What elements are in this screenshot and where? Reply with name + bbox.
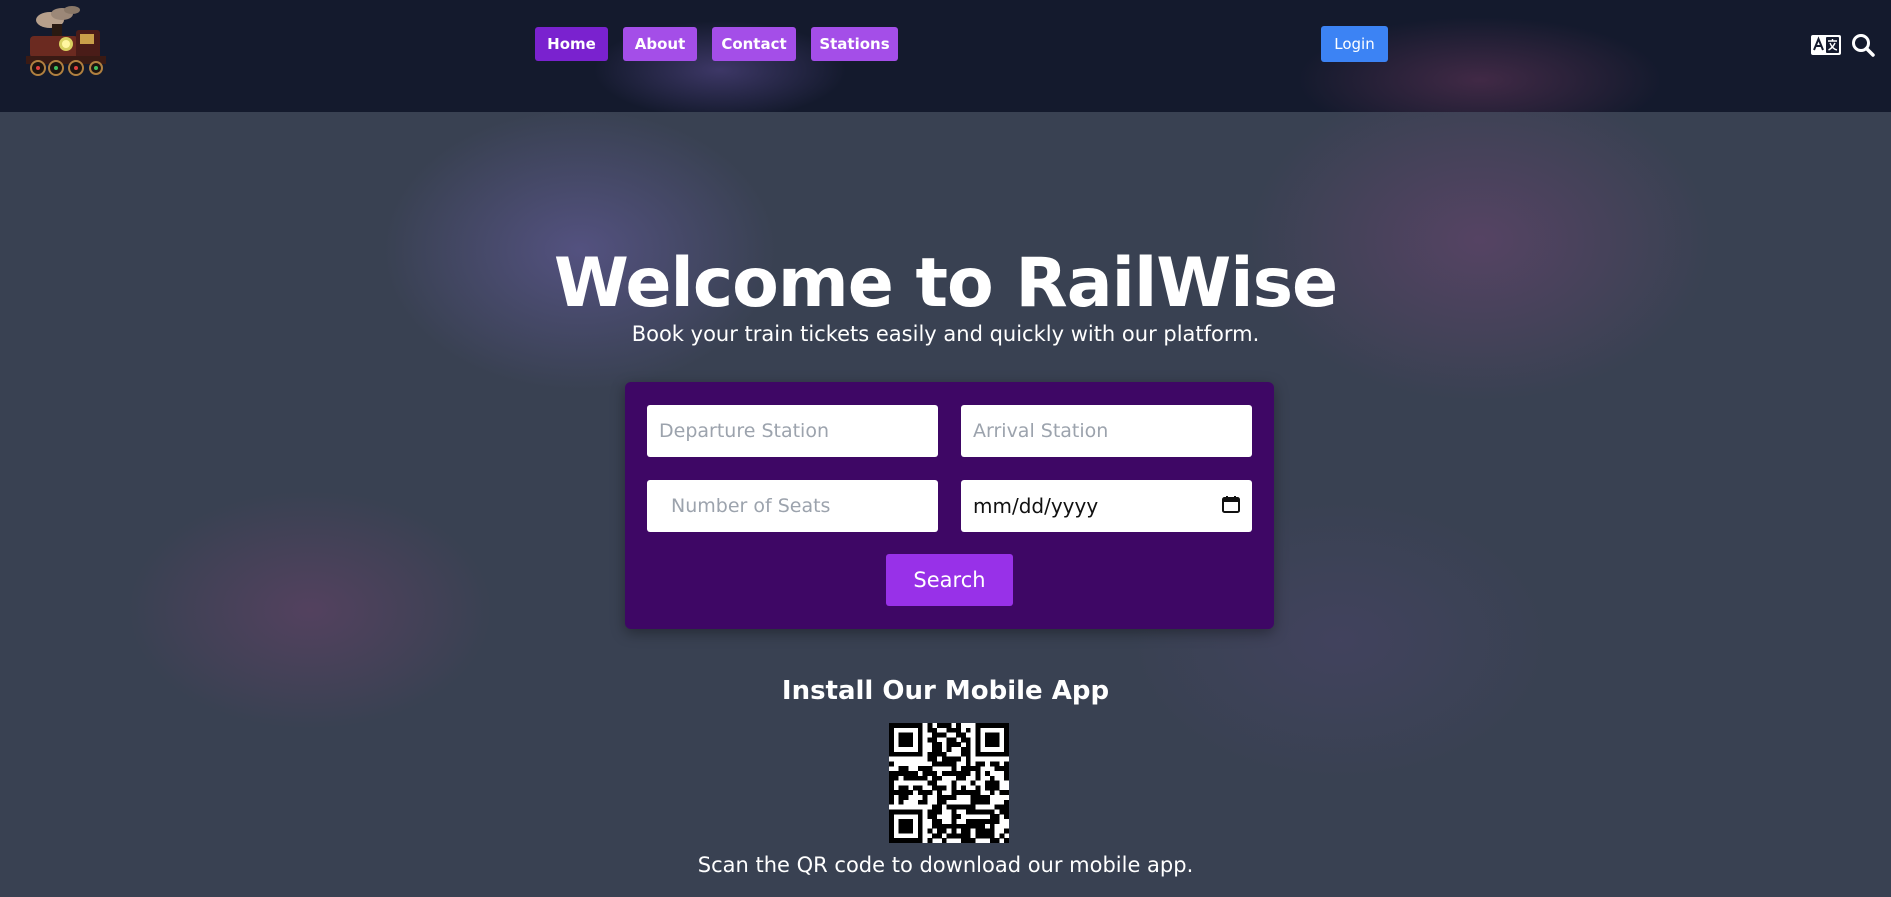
mobile-app-subtitle: Scan the QR code to download our mobile … (697, 853, 1194, 877)
page-title: Welcome to RailWise (553, 244, 1338, 323)
train-logo[interactable] (22, 4, 112, 84)
departure-station-input[interactable] (647, 405, 938, 457)
login-button[interactable]: Login (1321, 26, 1388, 62)
arrival-station-input[interactable] (961, 405, 1252, 457)
translate-icon[interactable] (1811, 35, 1841, 55)
mobile-app-heading: Install Our Mobile App (781, 676, 1110, 706)
nav-stations-button[interactable]: Stations (811, 27, 898, 61)
top-navbar: Home About Contact Stations Login (0, 0, 1891, 112)
nav-home-button[interactable]: Home (535, 27, 608, 61)
search-icon[interactable] (1851, 33, 1875, 57)
seats-input[interactable] (647, 480, 938, 532)
nav-about-button[interactable]: About (623, 27, 697, 61)
search-button[interactable]: Search (886, 554, 1013, 606)
date-format-text: mm/dd/yyyy (973, 494, 1099, 518)
travel-date-input[interactable]: mm/dd/yyyy (961, 480, 1252, 532)
hero-subtitle: Book your train tickets easily and quick… (631, 322, 1260, 346)
ticket-search-form: mm/dd/yyyy Search (625, 382, 1274, 629)
calendar-icon[interactable] (1222, 495, 1240, 517)
qr-code-icon (889, 723, 1010, 844)
nav-contact-button[interactable]: Contact (712, 27, 796, 61)
